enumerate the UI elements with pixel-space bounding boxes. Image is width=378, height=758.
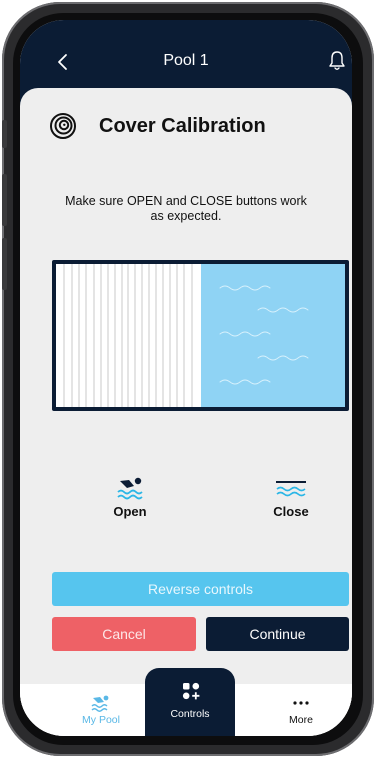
swimmer-icon	[117, 477, 143, 500]
mute-switch	[2, 120, 7, 148]
tab-more[interactable]: More	[256, 684, 346, 736]
bell-icon[interactable]	[328, 50, 346, 72]
covered-pool-icon	[276, 481, 306, 497]
header-title: Pool 1	[163, 52, 209, 69]
volume-up-button	[2, 174, 7, 226]
pool-cover-illustration	[52, 260, 349, 411]
open-control[interactable]: Open	[100, 476, 160, 519]
tab-my-pool-label: My Pool	[82, 714, 120, 726]
volume-down-button	[2, 238, 7, 290]
instruction-text: Make sure OPEN and CLOSE buttons work as…	[65, 194, 307, 223]
continue-button[interactable]: Continue	[206, 617, 349, 651]
swimmer-tab-icon	[91, 695, 109, 712]
controls-grid-icon	[182, 682, 200, 700]
close-control[interactable]: Close	[261, 476, 321, 519]
tab-controls[interactable]: Controls	[145, 668, 235, 736]
more-dots-icon	[293, 701, 309, 705]
close-label: Close	[273, 504, 309, 519]
page-title: Cover Calibration	[99, 115, 266, 137]
tab-my-pool[interactable]: My Pool	[56, 684, 146, 736]
reverse-controls-button[interactable]: Reverse controls	[52, 572, 349, 606]
open-label: Open	[113, 504, 147, 519]
cancel-button[interactable]: Cancel	[52, 617, 196, 651]
content-card: Cover Calibration Make sure OPEN and CLO…	[20, 88, 352, 736]
tab-more-label: More	[289, 714, 313, 726]
tab-controls-label: Controls	[170, 708, 210, 720]
spiral-icon	[50, 113, 76, 139]
app-screen: Pool 1 Cover Calibration Make sure OPEN …	[20, 20, 352, 736]
